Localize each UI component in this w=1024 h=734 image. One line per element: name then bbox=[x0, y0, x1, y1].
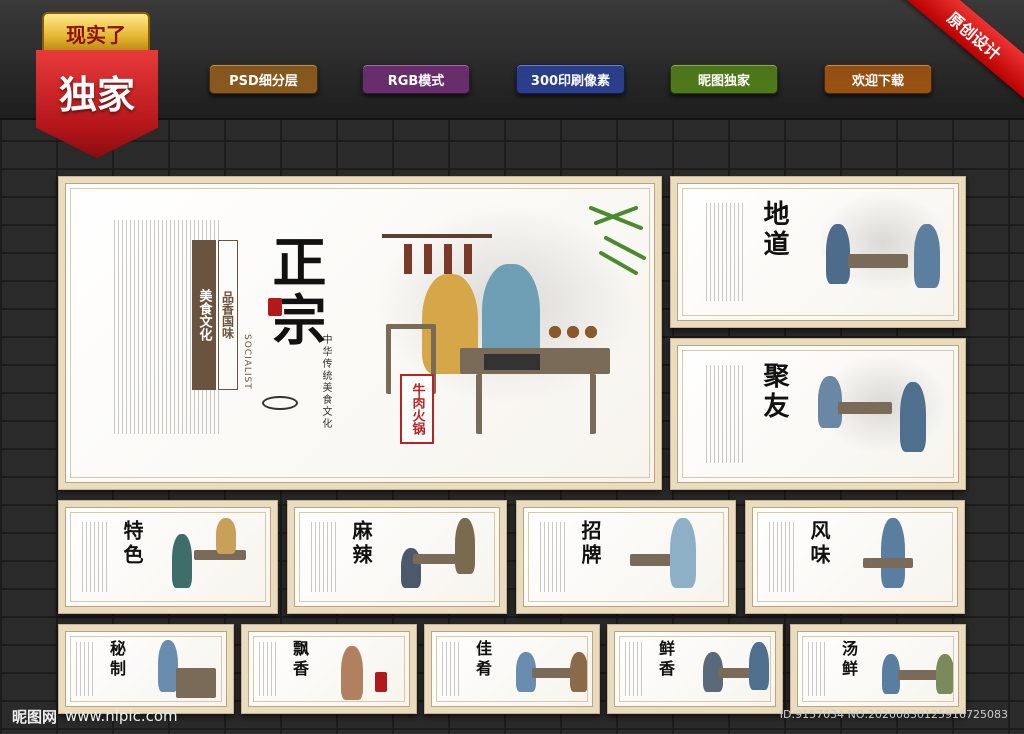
panel-title: 麻辣 bbox=[349, 520, 373, 568]
panel-fengwei: 风味 bbox=[745, 500, 965, 614]
figure-right bbox=[936, 654, 954, 694]
table bbox=[848, 254, 908, 268]
panel-title: 秘制 bbox=[107, 640, 126, 680]
table bbox=[413, 554, 457, 564]
table bbox=[898, 670, 938, 680]
cloud-ornament bbox=[262, 396, 298, 410]
panel-title: 佳肴 bbox=[473, 640, 492, 680]
tagline: 中华传统美食文化 bbox=[320, 334, 331, 430]
culture-sub: 品香国味 bbox=[220, 291, 235, 339]
body-text-block bbox=[706, 203, 746, 301]
stove bbox=[176, 668, 216, 698]
body-text-block bbox=[76, 642, 96, 696]
table bbox=[532, 668, 572, 678]
grill-plate bbox=[484, 354, 540, 370]
main-panel: 美食文化 品香国味 SOCIALIST 正宗 中华传统美食文化 牛肉火锅 bbox=[58, 176, 662, 490]
body-text-block bbox=[442, 642, 462, 696]
panel-tangxian: 汤鲜 bbox=[790, 624, 966, 714]
nipic-url: www.nipic.com bbox=[65, 707, 178, 725]
figure bbox=[158, 640, 178, 692]
body-text-block bbox=[82, 521, 110, 593]
panel-title: 汤鲜 bbox=[839, 640, 858, 680]
panel-title: 鲜香 bbox=[656, 640, 675, 680]
image-id-watermark: ID:9157034 NO:20200830125916725083 bbox=[779, 708, 1008, 721]
panel-title: 风味 bbox=[807, 520, 831, 568]
food-table-legs bbox=[476, 374, 596, 434]
panel-title: 飘香 bbox=[290, 640, 309, 680]
hotpot-set bbox=[546, 320, 602, 344]
figure-right bbox=[914, 224, 940, 288]
panel-title: 特色 bbox=[120, 520, 144, 568]
panel-title: 地道 bbox=[759, 200, 789, 260]
table bbox=[838, 402, 892, 414]
panel-jiayao: 佳肴 bbox=[424, 624, 600, 714]
panel-title: 聚友 bbox=[759, 362, 789, 422]
badge-top-label: 现实了 bbox=[42, 12, 150, 54]
body-text-block bbox=[540, 521, 568, 593]
panel-tese: 特色 bbox=[58, 500, 278, 614]
panel-title: 招牌 bbox=[578, 520, 602, 568]
panel-juyou: 聚友 bbox=[670, 338, 966, 490]
hanging-rack bbox=[382, 234, 492, 238]
panel-mizhi: 秘制 bbox=[58, 624, 234, 714]
hanging-meat bbox=[404, 244, 474, 274]
figure bbox=[670, 518, 696, 588]
body-text-block bbox=[769, 521, 797, 593]
beef-hotpot-sign: 牛肉火锅 bbox=[400, 374, 434, 444]
body-text-block bbox=[706, 365, 746, 463]
figure-right bbox=[455, 518, 475, 574]
bamboo-leaves bbox=[586, 198, 646, 278]
english-label: SOCIALIST bbox=[242, 334, 252, 390]
figure-left bbox=[826, 224, 850, 284]
feature-pill-download: 欢迎下载 bbox=[824, 64, 932, 94]
feature-pill-psd: PSD细分层 bbox=[209, 64, 318, 94]
culture-sub-box: 品香国味 bbox=[218, 240, 238, 390]
figure-right bbox=[900, 382, 926, 452]
figure bbox=[881, 518, 905, 588]
figure bbox=[341, 646, 363, 700]
panel-xianxiang: 鲜香 bbox=[607, 624, 783, 714]
culture-label-box: 美食文化 bbox=[192, 240, 216, 390]
body-text-block bbox=[808, 642, 828, 696]
table bbox=[863, 558, 913, 568]
body-text-block bbox=[625, 642, 645, 696]
main-panel-canvas: 美食文化 品香国味 SOCIALIST 正宗 中华传统美食文化 牛肉火锅 bbox=[65, 183, 655, 483]
panel-didao: 地道 bbox=[670, 176, 966, 328]
exclusive-badge: 现实了 独家 bbox=[36, 12, 158, 158]
figure-right bbox=[570, 652, 588, 692]
title-seal bbox=[268, 298, 282, 316]
feature-pill-rgb: RGB模式 bbox=[362, 64, 470, 94]
panel-mala: 麻辣 bbox=[287, 500, 507, 614]
body-text-block bbox=[311, 521, 339, 593]
body-text-block bbox=[259, 642, 279, 696]
main-title: 正宗 bbox=[263, 234, 327, 350]
figure-left bbox=[172, 534, 192, 588]
culture-label: 美食文化 bbox=[196, 289, 212, 341]
badge-main-label: 独家 bbox=[36, 50, 158, 158]
nipic-watermark: 昵图网 www.nipic.com bbox=[12, 704, 178, 728]
sign bbox=[375, 672, 387, 692]
panel-zhaopai: 招牌 bbox=[516, 500, 736, 614]
figure-right bbox=[749, 642, 769, 690]
feature-pill-nipic: 昵图独家 bbox=[670, 64, 778, 94]
nipic-logo: 昵图网 bbox=[12, 707, 58, 726]
panel-piaoxiang: 飘香 bbox=[241, 624, 417, 714]
feature-pill-300dpi: 300印刷像素 bbox=[516, 64, 625, 94]
figure-right bbox=[216, 518, 236, 554]
